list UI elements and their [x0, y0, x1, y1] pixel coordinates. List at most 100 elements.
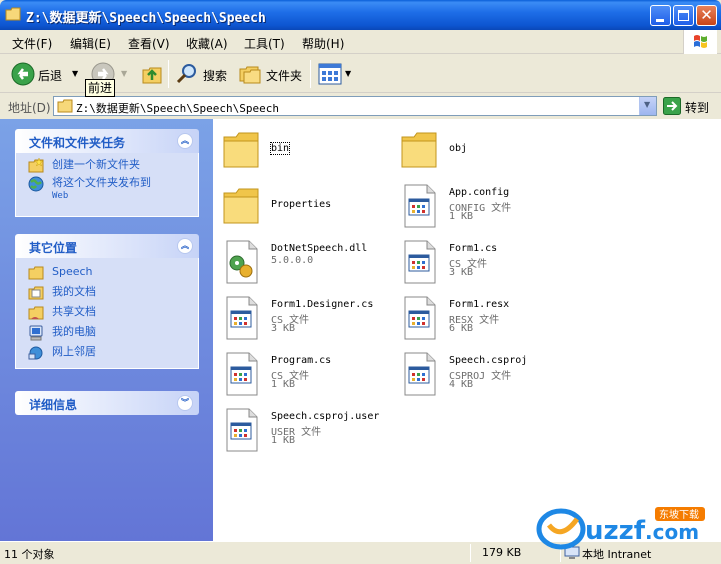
minimize-icon [656, 19, 664, 22]
task-new-folder[interactable]: 创建一个新文件夹 [16, 158, 198, 173]
chevron-down-icon: ▼ [644, 100, 651, 109]
file-item[interactable]: Speech.csproj.user USER 文件 1 KB [215, 403, 391, 455]
back-arrow-icon [11, 62, 35, 86]
menu-view[interactable]: 查看(V) [128, 35, 170, 52]
publish-web-icon [28, 176, 44, 192]
watermark-brand: uzzf [585, 516, 646, 546]
file-item[interactable]: Form1.Designer.cs CS 文件 3 KB [215, 291, 391, 343]
status-divider [470, 544, 471, 562]
new-folder-icon [28, 158, 44, 173]
document-icon [404, 184, 436, 228]
menu-help[interactable]: 帮助(H) [302, 35, 344, 52]
forward-dropdown-icon: ▼ [121, 69, 128, 78]
file-item[interactable]: Speech.csproj CSPROJ 文件 4 KB [393, 347, 569, 399]
file-name: Properties [271, 199, 332, 210]
expand-chevron-icon[interactable]: ︾ [177, 395, 193, 411]
address-dropdown-button[interactable]: ▼ [639, 97, 656, 115]
address-label: 地址(D) [8, 101, 51, 115]
file-size: 1 KB [271, 435, 296, 446]
file-tasks-header[interactable]: 文件和文件夹任务 ︽ [15, 129, 199, 153]
up-folder-button[interactable] [138, 59, 166, 89]
windows-flag-icon [694, 35, 707, 48]
file-size: 1 KB [271, 379, 296, 390]
minimize-button[interactable] [650, 5, 671, 26]
file-item[interactable]: Program.cs CS 文件 1 KB [215, 347, 391, 399]
folder-icon [401, 132, 437, 168]
other-places-panel: 其它位置 ︽ Speech 我的文档 共享文档 我的电脑 网上邻居 [15, 234, 199, 369]
place-shared-documents[interactable]: 共享文档 [16, 306, 198, 320]
menu-favorites[interactable]: 收藏(A) [186, 35, 228, 52]
document-icon [404, 352, 436, 396]
toolbar-separator [168, 60, 169, 88]
file-size: 3 KB [271, 323, 296, 334]
watermark-domain: .com [645, 520, 699, 544]
my-computer-icon [29, 325, 43, 341]
task-publish-web[interactable]: 将这个文件夹发布到 Web [16, 176, 198, 202]
folder-icon [5, 7, 21, 21]
file-item[interactable]: Form1.cs CS 文件 3 KB [393, 235, 569, 287]
place-network-label: 网上邻居 [52, 345, 96, 358]
details-panel: 详细信息 ︾ [15, 391, 199, 415]
place-my-computer-label: 我的电脑 [52, 325, 96, 338]
address-input[interactable]: Z:\数据更新\Speech\Speech\Speech ▼ [53, 96, 657, 116]
search-button[interactable]: 搜索 [173, 59, 231, 89]
document-icon [226, 408, 258, 452]
other-places-title: 其它位置 [29, 241, 78, 255]
maximize-button[interactable] [673, 5, 694, 26]
menu-tools[interactable]: 工具(T) [244, 35, 285, 52]
file-name: App.config [449, 187, 510, 198]
go-arrow-icon [663, 97, 681, 115]
folders-button[interactable]: 文件夹 [236, 59, 306, 89]
file-item[interactable]: App.config CONFIG 文件 1 KB [393, 179, 569, 231]
task-new-folder-label: 创建一个新文件夹 [52, 158, 140, 171]
document-icon [404, 296, 436, 340]
file-tasks-panel: 文件和文件夹任务 ︽ 创建一个新文件夹 将这个文件夹发布到 Web [15, 129, 199, 217]
go-button[interactable]: 转到 [663, 97, 719, 115]
place-network[interactable]: 网上邻居 [16, 345, 198, 360]
uzzf-logo-icon: uzzf .com 东坡下载 [536, 507, 705, 550]
menu-file[interactable]: 文件(F) [12, 35, 52, 52]
other-places-header[interactable]: 其它位置 ︽ [15, 234, 199, 258]
folder-icon [223, 188, 259, 224]
place-speech[interactable]: Speech [16, 265, 198, 280]
file-name: Form1.resx [449, 299, 510, 310]
details-header[interactable]: 详细信息 ︾ [15, 391, 199, 415]
file-size: 6 KB [449, 323, 474, 334]
file-size: 3 KB [449, 267, 474, 278]
dll-file-icon [226, 240, 258, 284]
views-button[interactable]: ▼ [316, 59, 356, 89]
shared-documents-icon [28, 306, 44, 320]
back-dropdown-icon[interactable]: ▼ [72, 69, 78, 78]
menu-edit[interactable]: 编辑(E) [70, 35, 111, 52]
address-path: Z:\数据更新\Speech\Speech\Speech [76, 102, 279, 115]
file-item[interactable]: obj [393, 123, 569, 175]
forward-tooltip: 前进 [85, 79, 115, 97]
task-publish-web-sub: Web [52, 191, 69, 201]
file-item[interactable]: Form1.resx RESX 文件 6 KB [393, 291, 569, 343]
file-item[interactable]: Properties [215, 179, 391, 231]
back-button[interactable]: 后退 ▼ [8, 59, 84, 89]
place-speech-label: Speech [52, 265, 93, 278]
task-pane: 文件和文件夹任务 ︽ 创建一个新文件夹 将这个文件夹发布到 Web 其它位置 ︽… [0, 119, 213, 541]
file-item[interactable]: bin [215, 123, 391, 175]
file-item[interactable]: DotNetSpeech.dll 5.0.0.0 [215, 235, 391, 287]
place-my-documents[interactable]: 我的文档 [16, 286, 198, 300]
search-label: 搜索 [203, 69, 228, 83]
toolbar-separator [310, 60, 311, 88]
folder-icon [28, 266, 44, 280]
windows-logo [683, 30, 717, 54]
file-name: Speech.csproj [449, 355, 528, 366]
collapse-chevron-icon[interactable]: ︽ [177, 133, 193, 149]
window-title: Z:\数据更新\Speech\Speech\Speech [26, 11, 266, 26]
collapse-chevron-icon[interactable]: ︽ [177, 238, 193, 254]
details-title: 详细信息 [29, 398, 78, 412]
close-button[interactable]: ✕ [696, 5, 717, 26]
back-label: 后退 [38, 69, 63, 83]
title-bar[interactable]: Z:\数据更新\Speech\Speech\Speech ✕ [0, 0, 721, 30]
close-icon: ✕ [700, 6, 713, 24]
network-places-icon [28, 346, 43, 360]
file-version: 5.0.0.0 [271, 255, 314, 266]
file-tasks-title: 文件和文件夹任务 [29, 136, 126, 150]
document-icon [226, 296, 258, 340]
place-my-computer[interactable]: 我的电脑 [16, 325, 198, 341]
